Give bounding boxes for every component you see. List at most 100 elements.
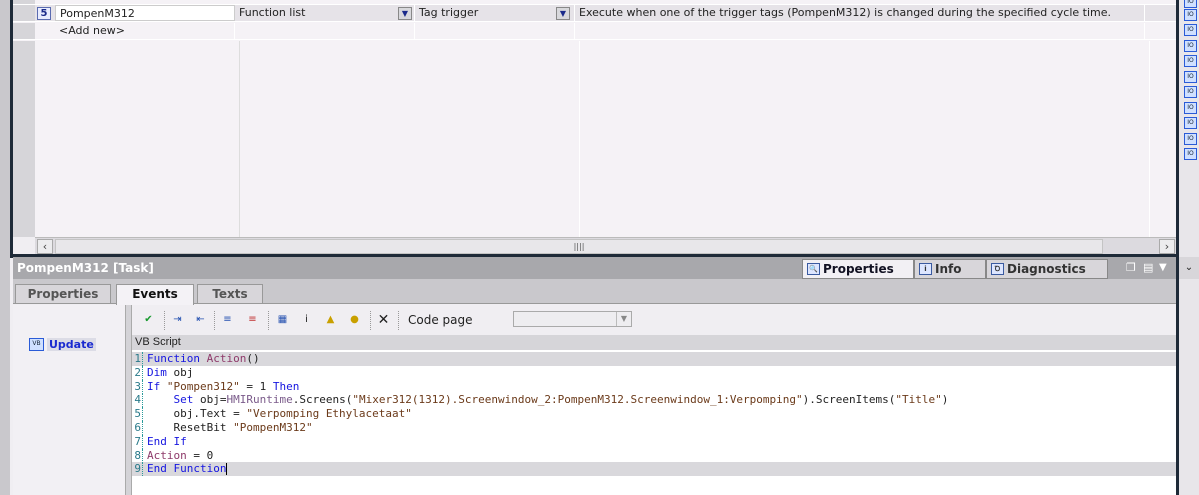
table-row[interactable]: 5 PompenM312 Function list ▼ Tag trigger… — [13, 5, 1176, 22]
code-line[interactable]: 6 ResetBit "PompenM312" — [132, 421, 1176, 435]
code-token: End Function — [147, 462, 227, 476]
code-token: obj= — [199, 393, 227, 407]
splitter[interactable] — [125, 305, 132, 495]
tab-texts[interactable]: Texts — [197, 284, 263, 304]
code-token: Function — [147, 352, 207, 365]
line-number: 7 — [132, 434, 143, 449]
type-dropdown-icon[interactable]: ▼ — [398, 7, 412, 20]
code-token: () — [246, 352, 260, 365]
tab-properties[interactable]: Properties — [15, 284, 111, 304]
info-icon: i — [919, 263, 932, 275]
uncomment-icon[interactable]: ≡ — [244, 312, 261, 328]
code-line[interactable]: 1 Function Action() — [132, 352, 1176, 366]
line-number: 1 — [132, 352, 143, 366]
chevron-down-icon[interactable]: ▼ — [616, 312, 631, 326]
code-line[interactable]: 2 Dim obj — [132, 365, 1176, 380]
menu-down-icon[interactable]: ▼ — [1159, 257, 1167, 279]
tab-diagnostics-panel[interactable]: Ꝺ Diagnostics — [986, 259, 1108, 279]
description-cell: Execute when one of the trigger tags (Po… — [575, 5, 1145, 21]
screen-icon[interactable]: IO — [1184, 86, 1197, 98]
empty-rows — [13, 41, 1176, 237]
code-token: ) — [941, 393, 949, 407]
object-list-icon[interactable]: ▦ — [274, 312, 291, 328]
code-token: ResetBit — [147, 421, 234, 434]
screen-icon[interactable]: IO — [1184, 0, 1197, 8]
right-panel: IO IO IO IO IO IO IO IO IO IO IO — [1179, 0, 1199, 495]
script-header: VB Script — [132, 335, 1176, 350]
screen-icon[interactable]: IO — [1184, 117, 1197, 129]
line-number: 2 — [132, 365, 143, 380]
float-window-icon[interactable]: ❐ — [1126, 257, 1136, 279]
code-token: HMIRuntime — [226, 393, 293, 407]
diagnostics-icon: Ꝺ — [991, 263, 1004, 275]
left-strip — [0, 0, 10, 495]
row-number: 5 — [37, 7, 51, 20]
code-line[interactable]: 8 Action = 0 — [132, 448, 1176, 463]
select-tag-icon[interactable]: ▲ — [322, 312, 339, 328]
screen-icon[interactable]: IO — [1184, 24, 1197, 36]
horizontal-scrollbar[interactable]: ‹ |||| › — [35, 237, 1176, 254]
line-number: 8 — [132, 448, 143, 463]
screen-icon[interactable]: IO — [1184, 9, 1197, 21]
outdent-icon[interactable]: ⇤ — [192, 312, 209, 328]
scroll-left-button[interactable]: ‹ — [37, 239, 53, 254]
code-token: .Screens( — [292, 393, 353, 407]
code-token: Set — [147, 393, 200, 407]
info-tip-icon[interactable]: i — [298, 312, 315, 328]
code-token: = 1 — [239, 379, 273, 393]
screen-icon[interactable]: IO — [1184, 102, 1197, 114]
check-syntax-icon[interactable]: ✔ — [140, 312, 157, 328]
code-token: "Mixer312(1312).Screenwindow_2:PompenM31… — [352, 393, 803, 407]
trigger-cell[interactable]: Tag trigger — [415, 5, 575, 21]
screen-icon[interactable]: IO — [1184, 55, 1197, 67]
code-editor[interactable]: 1 Function Action() 2 Dim obj 3 If "Pompen312… — [132, 350, 1176, 495]
minimize-icon[interactable]: ▤ — [1143, 257, 1153, 279]
code-token: If — [147, 379, 167, 393]
inspector-tabs: Properties Events Texts — [13, 279, 1176, 305]
trigger-dropdown-icon[interactable]: ▼ — [556, 7, 570, 20]
code-line[interactable]: 3 If "Pompen312" = 1 Then — [132, 379, 1176, 394]
insert-icon[interactable]: ● — [346, 312, 363, 328]
event-item-update[interactable]: VB Update — [29, 336, 96, 352]
comment-icon[interactable]: ≡ — [219, 312, 236, 328]
type-cell[interactable]: Function list — [235, 5, 415, 21]
code-page-label: Code page — [408, 313, 473, 327]
code-token: Then — [272, 379, 300, 393]
screen-icon[interactable]: IO — [1184, 133, 1197, 145]
add-new-row[interactable]: <Add new> — [13, 23, 1176, 40]
code-token: obj.Text = — [147, 407, 247, 421]
code-token: = 0 — [186, 448, 214, 462]
tab-events[interactable]: Events — [116, 284, 194, 305]
events-list: VB Update — [13, 305, 125, 495]
tab-properties-panel[interactable]: 🔍 Properties — [802, 259, 914, 279]
line-number: 9 — [132, 462, 143, 477]
code-page-select[interactable]: ▼ — [513, 311, 632, 327]
line-number: 4 — [132, 393, 143, 408]
code-line[interactable]: 9 End Function — [132, 462, 1176, 477]
code-token: Action — [206, 352, 247, 365]
code-token: ).ScreenItems( — [802, 393, 896, 407]
scroll-right-button[interactable]: › — [1159, 239, 1175, 254]
delete-icon[interactable]: ✕ — [375, 312, 392, 328]
screen-icon[interactable]: IO — [1184, 71, 1197, 83]
code-line[interactable]: 4 Set obj=HMIRuntime.Screens("Mixer312(1… — [132, 393, 1176, 408]
code-line[interactable]: 7 End If — [132, 434, 1176, 449]
code-token: "PompenM312" — [233, 421, 313, 434]
screen-icon[interactable]: IO — [1184, 148, 1197, 160]
indent-icon[interactable]: ⇥ — [169, 312, 186, 328]
code-token: "Pompen312" — [166, 379, 240, 393]
scroll-thumb[interactable]: |||| — [55, 239, 1103, 254]
tab-info-panel[interactable]: i Info — [914, 259, 986, 279]
expand-chevron-icon[interactable]: ⌄ — [1179, 257, 1199, 279]
screen-icon[interactable]: IO — [1184, 40, 1197, 52]
code-token: "Verpomping Ethylacetaat" — [246, 407, 412, 421]
inspector-title-bar: PompenM312 [Task] 🔍 Properties i Info Ꝺ Dia… — [13, 257, 1176, 279]
add-new-cell[interactable]: <Add new> — [55, 23, 235, 39]
properties-icon: 🔍 — [807, 263, 820, 275]
line-number: 3 — [132, 379, 143, 394]
vb-script-icon: VB — [29, 337, 44, 351]
code-token: End If — [147, 434, 187, 448]
code-line[interactable]: 5 obj.Text = "Verpomping Ethylacetaat" — [132, 407, 1176, 422]
name-cell[interactable]: PompenM312 — [55, 5, 235, 21]
code-token: Action — [147, 448, 187, 462]
